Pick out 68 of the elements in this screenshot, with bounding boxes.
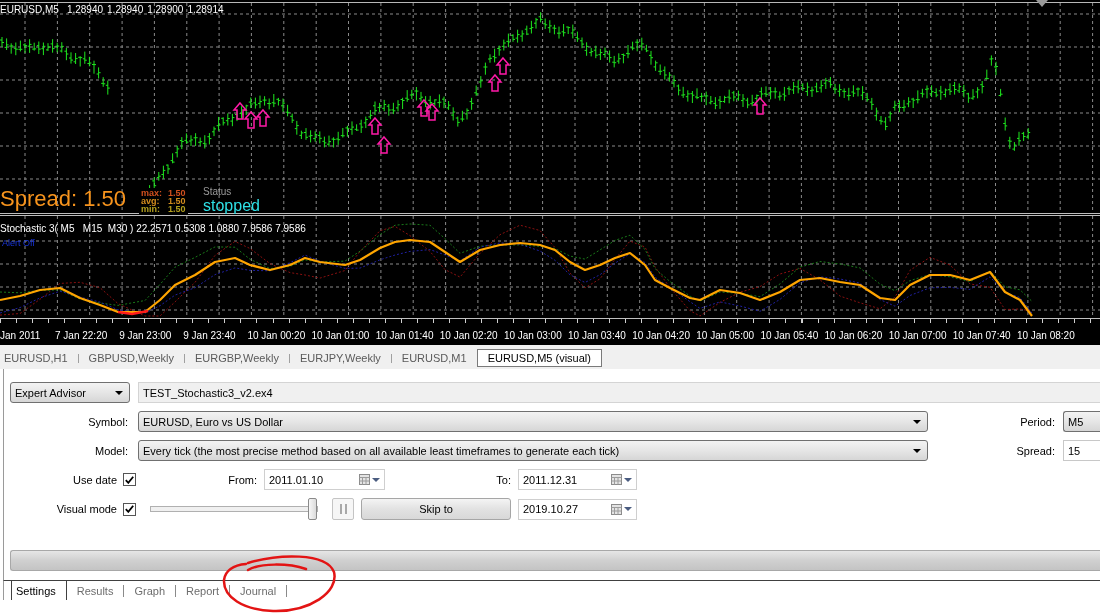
axis-label: 10 Jan 04:20 <box>632 329 690 341</box>
checkmark-icon <box>125 475 134 484</box>
axis-label: 10 Jan 05:40 <box>760 329 819 341</box>
field-label: Symbol: <box>88 415 128 428</box>
period-dropdown[interactable]: M5 <box>1063 411 1100 432</box>
field-label: Spread: <box>1016 444 1055 457</box>
pause-icon <box>339 504 347 514</box>
chart-tab[interactable]: GBPUSD,Weekly <box>78 349 184 367</box>
chart-tab[interactable]: EURGBP,Weekly <box>184 349 289 367</box>
checkmark-icon <box>125 505 134 513</box>
bottom-tab[interactable]: Journal <box>230 581 287 600</box>
date-field[interactable]: 2011.01.10 <box>264 469 385 490</box>
stat-label: min: <box>141 205 161 213</box>
axis-label: 10 Jan 07:00 <box>888 329 947 341</box>
slider-thumb[interactable] <box>308 498 317 520</box>
caret-icon <box>624 477 632 482</box>
caret-icon <box>624 507 632 511</box>
stat-value: 1.50 <box>168 205 186 213</box>
axis-label: 7 Jan 22:20 <box>55 329 108 341</box>
axis-label: 10 Jan 08:20 <box>1016 329 1075 341</box>
field-label: From: <box>228 473 257 486</box>
axis-label: 10 Jan 01:40 <box>375 329 434 341</box>
calendar-icon <box>611 474 622 485</box>
chart-tab[interactable]: EURJPY,Weekly <box>289 349 391 367</box>
axis-label: 10 Jan 03:40 <box>568 329 626 341</box>
shift-marker-icon <box>1036 0 1048 7</box>
axis-label: 10 Jan 06:20 <box>824 329 883 341</box>
caret-icon <box>115 390 123 395</box>
caret-icon <box>913 448 921 453</box>
checkbox[interactable] <box>123 473 136 486</box>
chart-tab[interactable]: EURUSD,M5 (visual) <box>476 349 602 367</box>
spread-field[interactable]: 15 <box>1063 440 1100 461</box>
axis-label: 9 Jan 23:40 <box>183 329 236 341</box>
axis-label: 10 Jan 01:00 <box>311 329 370 341</box>
line-segment <box>117 309 149 316</box>
axis-label: Jan 2011 <box>0 329 41 341</box>
axis-label: 10 Jan 00:20 <box>247 329 306 341</box>
expert-field[interactable]: TEST_Stochastic3_v2.ex4 <box>138 382 1100 403</box>
checkbox-label: Use date <box>72 473 117 486</box>
axis-label: 10 Jan 02:20 <box>439 329 498 341</box>
date-field[interactable]: 2019.10.27 <box>518 498 637 520</box>
caret-icon <box>913 419 921 424</box>
pause-button[interactable] <box>332 498 354 520</box>
field-label: Model: <box>94 444 128 457</box>
symbol-dropdown[interactable]: EURUSD, Euro vs US Dollar <box>138 411 928 432</box>
alert-text: Alert Off <box>2 238 35 248</box>
bottom-tab[interactable]: Results <box>66 581 124 600</box>
bottom-tab[interactable]: Graph <box>124 581 175 600</box>
bottom-tab[interactable]: Settings <box>11 581 67 600</box>
model-dropdown[interactable]: Every tick (the most precise method based on all available least timeframes to generate each tick) <box>138 440 928 461</box>
date-field[interactable]: 2011.12.31 <box>518 469 637 490</box>
mode-dropdown[interactable]: Expert Advisor <box>10 382 130 403</box>
axis-label: 9 Jan 23:00 <box>119 329 172 341</box>
skip-button[interactable]: Skip to <box>361 498 511 520</box>
caret-icon <box>372 477 380 482</box>
bottom-tab[interactable]: Report <box>176 581 230 600</box>
chart-tab[interactable]: EURUSD,M1 <box>391 349 477 367</box>
field-label: Period: <box>1020 415 1055 428</box>
axis-label: 10 Jan 03:00 <box>503 329 562 341</box>
field-label: To: <box>496 473 511 486</box>
checkbox-label: Visual mode <box>56 503 117 515</box>
axis-label: 10 Jan 05:00 <box>696 329 755 341</box>
checkbox[interactable] <box>123 502 136 516</box>
chart-tab[interactable]: EURUSD,H1 <box>0 349 78 367</box>
indicator-title: Stochastic 3( M5 M15 M30 ) 22.2571 0.5308 1.0880 7.9586 7.9586 <box>0 223 306 234</box>
calendar-icon <box>611 503 622 515</box>
axis-label: 10 Jan 07:40 <box>952 329 1011 341</box>
calendar-icon <box>359 474 370 485</box>
